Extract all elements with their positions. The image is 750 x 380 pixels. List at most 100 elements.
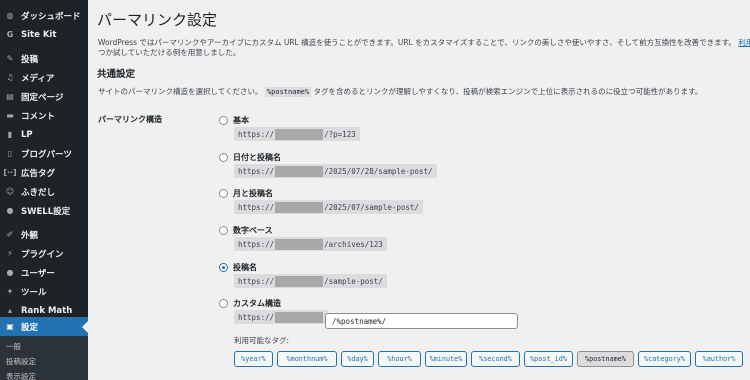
sidebar-item-label: コメント [21, 111, 56, 122]
tool-icon: ✦ [6, 287, 14, 296]
intro-line2: つか試していただける例を用意しました。 [98, 48, 241, 57]
balloon-icon: ☺ [5, 187, 15, 196]
section-description: サイトのパーマリンク構造を選択してください。 %postname% タグを含める… [98, 86, 702, 97]
sidebar-item-dashboard[interactable]: ◍ ダッシュボード [0, 6, 88, 25]
tag-button[interactable]: %post_id% [524, 351, 573, 367]
sidebar-item-label: LP [21, 129, 33, 140]
url-prefix: https:// [238, 312, 275, 322]
permalink-radio[interactable] [219, 226, 228, 235]
redacted-domain [275, 128, 324, 140]
plugin-icon: ⚡ [7, 249, 13, 258]
sidebar-item-sitekit[interactable]: G Site Kit [0, 25, 88, 44]
permalink-example-url: https:// /2025/07/28/sample-post/ [234, 164, 437, 178]
redacted-domain [275, 165, 324, 177]
dashboard-icon: ◍ [6, 11, 14, 20]
tag-button[interactable]: %monthnum% [277, 351, 337, 367]
sidebar-item-adtag[interactable]: [··] 広告タグ [0, 163, 88, 182]
available-tags-link[interactable]: 利用できるタグ [738, 38, 750, 47]
redacted-domain [275, 201, 324, 213]
sidebar-item-label: 設定 [21, 322, 39, 333]
media-icon: ♫ [6, 73, 14, 82]
sidebar-item-label: ダッシュボード [21, 11, 81, 22]
permalink-option-label[interactable]: 基本 [233, 115, 249, 126]
permalink-example-url: https:// /sample-post/ [234, 274, 387, 288]
page-icon: ▤ [6, 92, 14, 101]
permalink-radio[interactable] [219, 189, 228, 198]
sidebar-item-label: 外観 [21, 230, 39, 241]
sidebar-item-user[interactable]: ● ユーザー [0, 263, 88, 282]
sidebar-item-label: ブログパーツ [21, 149, 72, 160]
sidebar-item-lp[interactable]: ▮ LP [0, 125, 88, 144]
tag-button[interactable]: %minute% [425, 351, 467, 367]
settings-icon: ▣ [6, 322, 14, 331]
permalink-radio[interactable] [219, 263, 228, 272]
permalink-option-label[interactable]: 月と投稿名 [233, 188, 273, 199]
url-prefix: https:// [238, 202, 275, 212]
permalink-example-url: https:// /archives/123 [234, 237, 387, 251]
blogparts-icon: ▯ [7, 149, 13, 158]
sidebar-item-media[interactable]: ♫ メディア [0, 68, 88, 87]
page-title: パーマリンク設定 [97, 11, 218, 29]
sidebar-item-swell[interactable]: ● SWELL設定 [0, 201, 88, 220]
sitekit-icon: G [6, 30, 14, 39]
sidebar-item-label: ふきだし [21, 187, 56, 198]
available-tags-label: 利用可能なタグ: [234, 336, 290, 345]
sidebar-item-balloon[interactable]: ☺ ふきだし [0, 182, 88, 201]
sidebar-item-label: ユーザー [21, 268, 55, 279]
sidebar-item-label: Rank Math [21, 305, 73, 316]
url-suffix: /sample-post/ [324, 276, 383, 286]
url-prefix: https:// [238, 129, 275, 139]
settings-submenu: 一般 投稿設定 表示設定 [0, 336, 88, 380]
permalink-radio[interactable] [219, 116, 228, 125]
postname-code: %postname% [264, 87, 312, 97]
url-prefix: https:// [238, 276, 275, 286]
tag-button[interactable]: %author% [695, 351, 743, 367]
url-prefix: https:// [238, 166, 275, 176]
sidebar-item-label: Site Kit [21, 29, 57, 40]
permalink-option-label[interactable]: 数字ベース [233, 225, 273, 236]
sidebar-item-label: 投稿 [21, 54, 39, 65]
appearance-icon: ✐ [6, 230, 14, 239]
permalink-structure-label: パーマリンク構造 [98, 115, 162, 124]
tag-button[interactable]: %day% [341, 351, 374, 367]
tag-button[interactable]: %second% [471, 351, 520, 367]
tag-button[interactable]: %year% [234, 351, 273, 367]
permalink-option-label[interactable]: 日付と投稿名 [233, 152, 281, 163]
custom-structure-input[interactable]: /%postname%/ [325, 313, 518, 329]
sidebar-item-label: プラグイン [21, 249, 64, 260]
sidebar-item-plugin[interactable]: ⚡ プラグイン [0, 244, 88, 263]
permalink-option-label[interactable]: 投稿名 [233, 262, 257, 273]
permalink-option-label[interactable]: カスタム構造 [233, 298, 281, 309]
sidebar-item-appearance[interactable]: ✐ 外観 [0, 225, 88, 244]
permalink-example-url: https:// [234, 310, 329, 324]
permalink-example-url: https:// /?p=123 [234, 127, 360, 141]
sidebar-item-label: 広告タグ [21, 168, 56, 179]
sidebar-item-settings[interactable]: ▣ 設定 [0, 317, 88, 336]
tag-button[interactable]: %postname% [577, 351, 634, 367]
redacted-domain [275, 238, 324, 250]
redacted-domain [275, 311, 324, 323]
submenu-item-writing[interactable]: 投稿設定 [6, 356, 36, 367]
tag-button[interactable]: %hour% [378, 351, 421, 367]
sidebar-item-pin[interactable]: ✎ 投稿 [0, 49, 88, 68]
sidebar-item-page[interactable]: ▤ 固定ページ [0, 87, 88, 106]
permalink-radio[interactable] [219, 299, 228, 308]
section-desc-after: タグを含めるとリンクが理解しやすくなり、投稿が検索エンジンで上位に表示されるのに… [313, 87, 703, 96]
rankmath-icon: ▴ [7, 306, 12, 315]
submenu-item-general[interactable]: 一般 [6, 341, 21, 352]
adtag-icon: [··] [3, 168, 17, 177]
url-prefix: https:// [238, 239, 275, 249]
intro-line1: WordPress ではパーマリンクやアーカイブにカスタム URL 構造を使うこ… [98, 38, 736, 47]
sidebar-item-label: 固定ページ [21, 92, 64, 103]
submenu-item-reading[interactable]: 表示設定 [6, 371, 36, 380]
sidebar-item-tool[interactable]: ✦ ツール [0, 282, 88, 301]
sidebar-item-comment[interactable]: ▬ コメント [0, 106, 88, 125]
tag-button[interactable]: %category% [638, 351, 691, 367]
section-desc-before: サイトのパーマリンク構造を選択してください。 [98, 87, 263, 96]
admin-sidebar: ◍ ダッシュボード G Site Kit ✎ 投稿 ♫ メディア ▤ 固定ページ ▬ コメント ▮ LP ▯… [0, 0, 88, 380]
user-icon: ● [6, 268, 14, 277]
section-title: 共通設定 [97, 69, 136, 80]
sidebar-item-blogparts[interactable]: ▯ ブログパーツ [0, 144, 88, 163]
permalink-radio[interactable] [219, 153, 228, 162]
url-suffix: /?p=123 [324, 129, 356, 139]
